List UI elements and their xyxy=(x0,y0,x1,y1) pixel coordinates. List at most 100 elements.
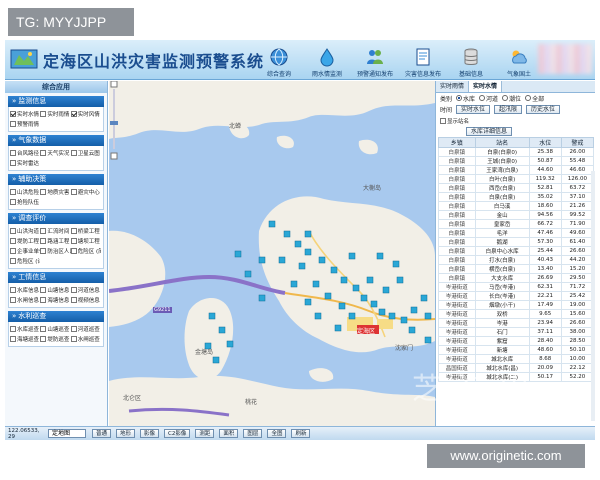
station-marker[interactable] xyxy=(258,294,266,302)
station-marker[interactable] xyxy=(366,276,374,284)
tab-realtime-water[interactable]: 实时水情 xyxy=(469,81,503,92)
station-marker[interactable] xyxy=(330,266,338,274)
table-row[interactable]: 白泉镇 皇家岙 66.72 71.90 xyxy=(438,219,595,229)
station-marker[interactable] xyxy=(226,340,234,348)
station-marker[interactable] xyxy=(283,230,291,238)
table-row[interactable]: 岑港街道 紫窟 28.40 28.50 xyxy=(438,336,595,346)
layer-checkbox[interactable]: 卫星云图 xyxy=(70,148,101,158)
table-row[interactable]: 岑港街道 新塘 48.60 50.10 xyxy=(438,345,595,355)
layer-checkbox[interactable]: 实时雷达 xyxy=(10,158,40,168)
station-marker[interactable] xyxy=(324,292,332,300)
station-marker[interactable] xyxy=(304,298,312,306)
layer-checkbox[interactable]: 水库信息 xyxy=(10,285,40,295)
station-marker[interactable] xyxy=(212,356,220,364)
station-marker[interactable] xyxy=(420,294,428,302)
station-marker[interactable] xyxy=(424,312,432,320)
station-marker[interactable] xyxy=(318,256,326,264)
station-marker[interactable] xyxy=(268,220,276,228)
layer-checkbox[interactable]: 水闸信息 xyxy=(10,295,40,305)
station-marker[interactable] xyxy=(382,286,390,294)
table-row[interactable]: 白泉镇 西岙(白泉) 52.81 63.72 xyxy=(438,183,595,193)
toolbar-button[interactable]: 面积 xyxy=(219,429,239,438)
over-limit-button[interactable]: 超汛限 xyxy=(494,105,523,114)
left-section-header[interactable]: 工情信息 xyxy=(8,272,104,283)
table-row[interactable]: 白泉镇 横岙(白泉) 13.40 15.20 xyxy=(438,264,595,274)
layer-checkbox[interactable]: 企事业单位 xyxy=(10,246,40,256)
type-radio[interactable]: 全部 xyxy=(525,94,544,103)
toolbar-button[interactable]: 测距 xyxy=(195,429,215,438)
table-row[interactable]: 岑港街道 马岙(岑港) 62.31 71.72 xyxy=(438,282,595,292)
layer-checkbox[interactable]: 堤防工程 xyxy=(10,236,40,246)
layer-checkbox[interactable]: 山塘信息 xyxy=(40,285,70,295)
table-row[interactable]: 岑港街道 烟墩(小干) 17.49 19.00 xyxy=(438,300,595,310)
table-row[interactable]: 白泉镇 毛洋 47.46 49.60 xyxy=(438,228,595,238)
layer-checkbox[interactable]: 地质灾害 xyxy=(40,187,70,197)
map-type-select[interactable]: 定地图 xyxy=(48,429,86,438)
layer-checkbox[interactable]: 台风路径 xyxy=(10,148,40,158)
left-section-header[interactable]: 水利巡查 xyxy=(8,311,104,322)
table-row[interactable]: 白泉镇 白泉中心水库 25.44 26.60 xyxy=(438,246,595,256)
layer-checkbox[interactable]: 实时风情 xyxy=(70,109,101,119)
table-row[interactable]: 白泉镇 打水(白泉) 40.43 44.20 xyxy=(438,255,595,265)
station-marker[interactable] xyxy=(370,300,378,308)
layer-checkbox[interactable]: 海塘信息 xyxy=(40,295,70,305)
table-row[interactable]: 白泉镇 王城(白泉0) 50.87 55.48 xyxy=(438,156,595,166)
layer-checkbox[interactable]: 抢险队伍 xyxy=(10,197,40,207)
table-row[interactable]: 白泉镇 白马溪 18.60 21.26 xyxy=(438,201,595,211)
layer-checkbox[interactable]: 水闸巡查 xyxy=(70,334,101,344)
station-marker[interactable] xyxy=(410,306,418,314)
station-marker[interactable] xyxy=(278,256,286,264)
layer-checkbox[interactable]: 实时水情 xyxy=(10,109,40,119)
station-marker[interactable] xyxy=(392,260,400,268)
station-marker[interactable] xyxy=(352,284,360,292)
station-marker[interactable] xyxy=(312,280,320,288)
left-section-header[interactable]: 气象数据 xyxy=(8,135,104,146)
layer-checkbox[interactable]: 预警雨情 xyxy=(10,119,40,129)
table-row[interactable]: 岑港街道 城北水库 8.68 10.00 xyxy=(438,354,595,364)
type-radio[interactable]: 水库 xyxy=(456,94,475,103)
station-marker[interactable] xyxy=(348,312,356,320)
station-marker[interactable] xyxy=(334,324,342,332)
layer-checkbox[interactable]: 视频信息 xyxy=(70,295,101,305)
layer-checkbox[interactable]: 桥梁工程 xyxy=(70,226,101,236)
station-marker[interactable] xyxy=(424,336,432,344)
toolbar-button[interactable]: 刷新 xyxy=(291,429,311,438)
map-view[interactable]: 北蝉 大榭岛 定海区 金塘岛 北仑区 桃花 沈家门 G9211 xyxy=(109,81,435,426)
layer-checkbox[interactable]: 水库巡查 xyxy=(10,324,40,334)
layer-checkbox[interactable]: 防治区人口 xyxy=(40,246,71,256)
nav-warning-notice[interactable]: 预警通知发布 xyxy=(351,42,399,78)
layer-checkbox[interactable]: 天气实况 xyxy=(40,148,70,158)
table-row[interactable]: 白泉镇 白泉(白泉) 35.02 37.10 xyxy=(438,192,595,202)
nav-rain-water-monitoring[interactable]: 雨水情监测 xyxy=(303,42,351,78)
toolbar-button[interactable]: 地形 xyxy=(116,429,136,438)
layer-checkbox[interactable]: 实时雨情 xyxy=(40,109,70,119)
station-marker[interactable] xyxy=(348,252,356,260)
tab-realtime-rain[interactable]: 实时雨情 xyxy=(436,81,470,92)
left-section-header[interactable]: 辅助决策 xyxy=(8,174,104,185)
toolbar-button[interactable]: 影像 xyxy=(140,429,160,438)
station-marker[interactable] xyxy=(388,312,396,320)
toolbar-button[interactable]: 全图 xyxy=(267,429,287,438)
reservoir-detail-button[interactable]: 水库详细信息 xyxy=(466,127,513,136)
table-row[interactable]: 白泉镇 鹅湖 57.30 61.40 xyxy=(438,237,595,247)
station-marker[interactable] xyxy=(304,230,312,238)
type-radio[interactable]: 潮位 xyxy=(502,94,521,103)
layer-checkbox[interactable]: 山塘巡查 xyxy=(40,324,70,334)
layer-checkbox[interactable]: 河道巡查 xyxy=(70,324,101,334)
layer-checkbox[interactable]: 山洪危险 xyxy=(10,187,40,197)
table-row[interactable]: 岑港街道 石门 37.11 38.00 xyxy=(438,327,595,337)
station-marker[interactable] xyxy=(244,270,252,278)
layer-checkbox[interactable]: 海塘巡查 xyxy=(10,334,40,344)
toolbar-button[interactable]: C2影像 xyxy=(164,429,191,438)
nav-weather-land[interactable]: 气象国土 xyxy=(495,42,543,78)
station-marker[interactable] xyxy=(314,312,322,320)
show-station-checkbox[interactable]: 显示站名 xyxy=(440,116,469,126)
left-section-header[interactable]: 调查评价 xyxy=(8,213,104,224)
station-marker[interactable] xyxy=(408,326,416,334)
layer-checkbox[interactable]: 危险区 (详细) xyxy=(10,256,40,266)
table-row[interactable]: 白泉镇 白叶(白泉) 119.32 126.00 xyxy=(438,174,595,184)
station-marker[interactable] xyxy=(304,248,312,256)
layer-checkbox[interactable]: 危险区 (简单) xyxy=(70,246,101,256)
layer-checkbox[interactable]: 避灾中心 xyxy=(70,187,101,197)
station-marker[interactable] xyxy=(218,326,226,334)
